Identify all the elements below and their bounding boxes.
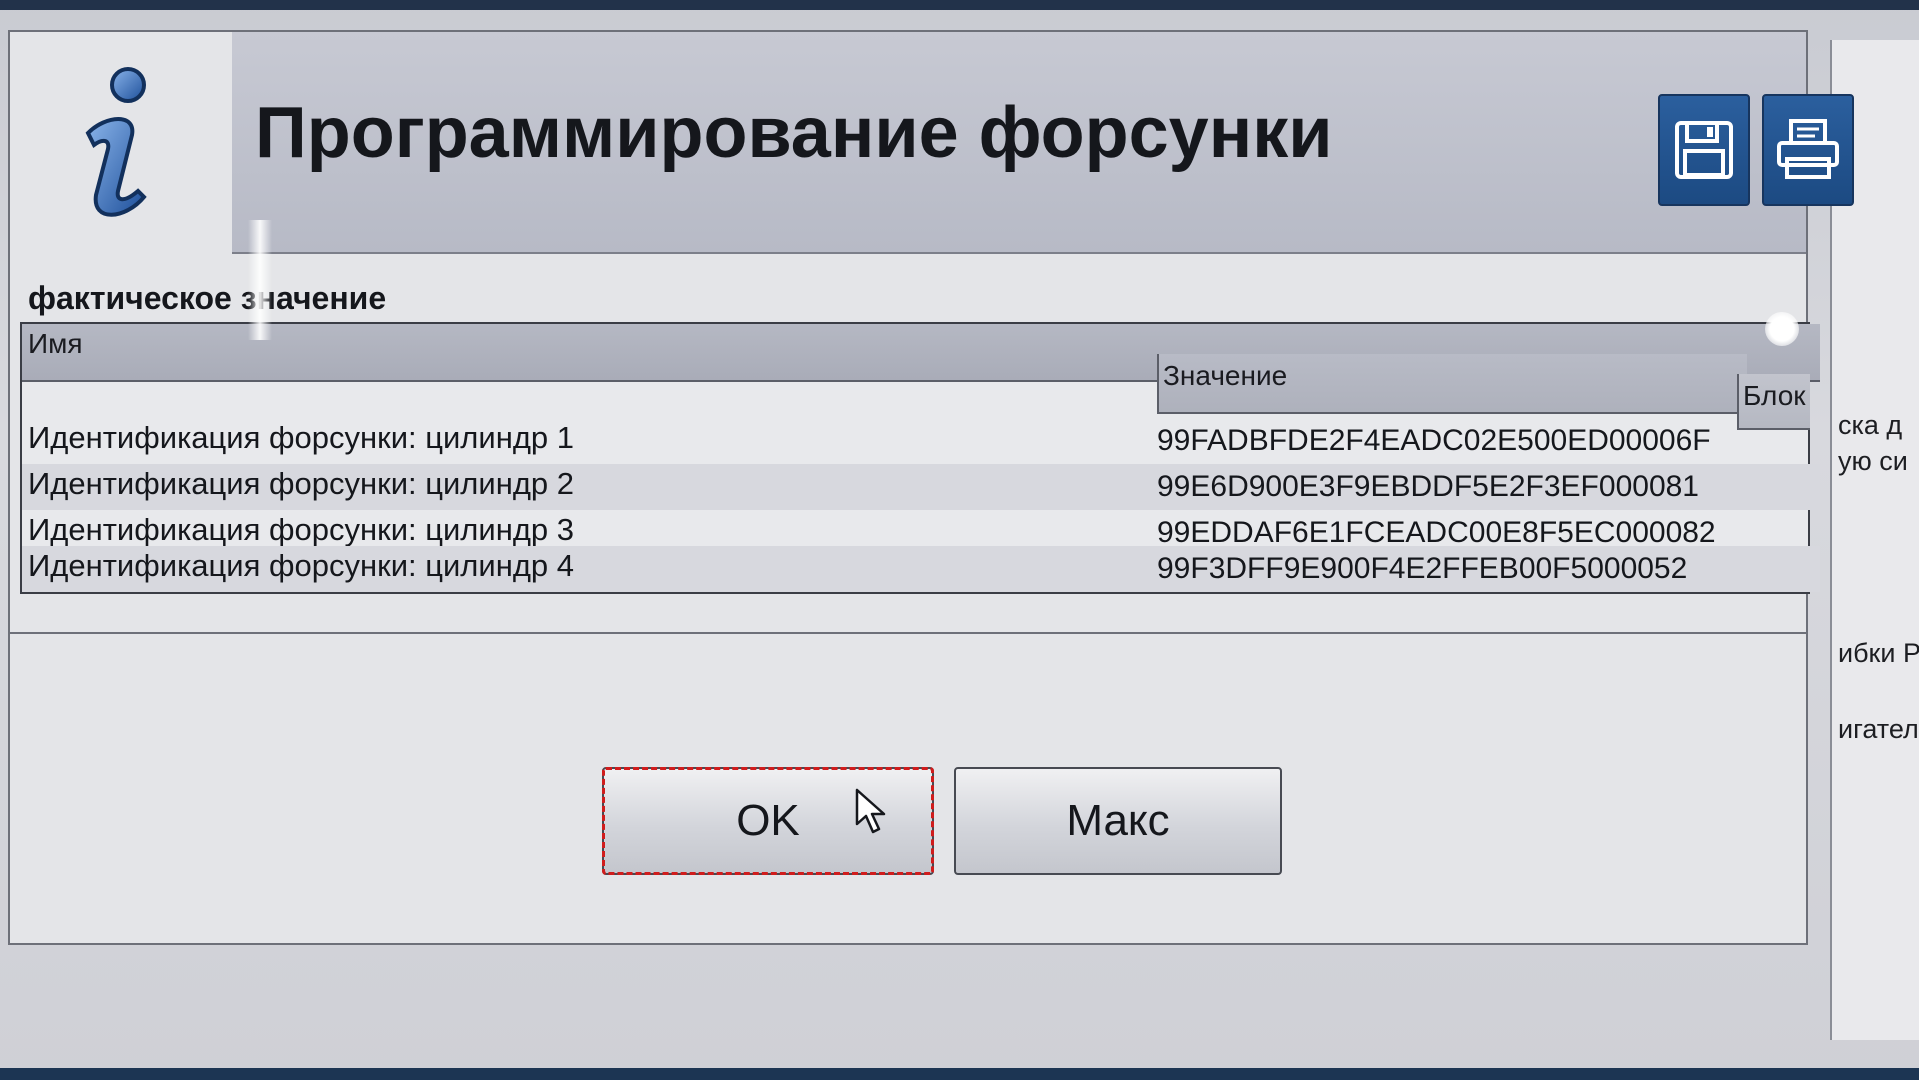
- screen-glare: [248, 220, 272, 340]
- table-row[interactable]: Идентификация форсунки: цилиндр 2 99E6D9…: [22, 464, 1820, 510]
- row-value: 99E6D900E3F9EBDDF5E2F3EF000081: [1157, 470, 1699, 503]
- row-name: Идентификация форсунки: цилиндр 1: [28, 420, 575, 455]
- max-button[interactable]: Макс: [954, 767, 1282, 875]
- row-value: 99F3DFF9E900F4E2FFEB00F5000052: [1157, 552, 1688, 585]
- injector-programming-dialog: Программирование форсунки фактическое зн…: [8, 30, 1854, 945]
- save-button[interactable]: [1658, 94, 1750, 206]
- table-row[interactable]: Идентификация форсунки: цилиндр 4 99F3DF…: [22, 546, 1820, 592]
- mouse-cursor-icon: [855, 788, 886, 834]
- table-row[interactable]: Идентификация форсунки: цилиндр 1 99FADB…: [22, 418, 1820, 464]
- row-name: Идентификация форсунки: цилиндр 2: [28, 466, 575, 501]
- background-text-2: ую си: [1838, 446, 1908, 476]
- background-text-1: ска д: [1838, 410, 1903, 440]
- row-value: 99EDDAF6E1FCEADC00E8F5EC000082: [1157, 516, 1716, 549]
- row-value: 99FADBFDE2F4EADC02E500ED00006F: [1157, 424, 1711, 457]
- print-icon: [1777, 119, 1839, 179]
- row-name: Идентификация форсунки: цилиндр 4: [28, 548, 575, 583]
- row-name: Идентификация форсунки: цилиндр 3: [28, 512, 575, 547]
- print-button[interactable]: [1762, 94, 1854, 206]
- section-label: фактическое значение: [28, 280, 387, 316]
- background-text-4: игател: [1838, 714, 1919, 744]
- background-text-3: ибки Р: [1838, 638, 1919, 668]
- dialog-title: Программирование форсунки: [255, 93, 1333, 173]
- max-button-label: Макс: [1066, 796, 1170, 845]
- dialog-header: Программирование форсунки: [10, 32, 1854, 254]
- column-header-name-label: Имя: [28, 328, 83, 359]
- top-bar: [0, 0, 1919, 10]
- ok-button-label: OK: [736, 796, 800, 845]
- values-table: Имя Значение Блок Идентификация форсунки…: [20, 322, 1820, 594]
- info-icon: [10, 32, 232, 254]
- taskbar: [0, 1068, 1919, 1080]
- screen-glare: [1765, 312, 1799, 346]
- column-header-value[interactable]: Значение: [1157, 354, 1747, 414]
- column-header-value-label: Значение: [1163, 360, 1288, 391]
- divider: [10, 632, 1806, 634]
- save-icon: [1675, 121, 1733, 179]
- column-header-block-label: Блок: [1743, 380, 1806, 411]
